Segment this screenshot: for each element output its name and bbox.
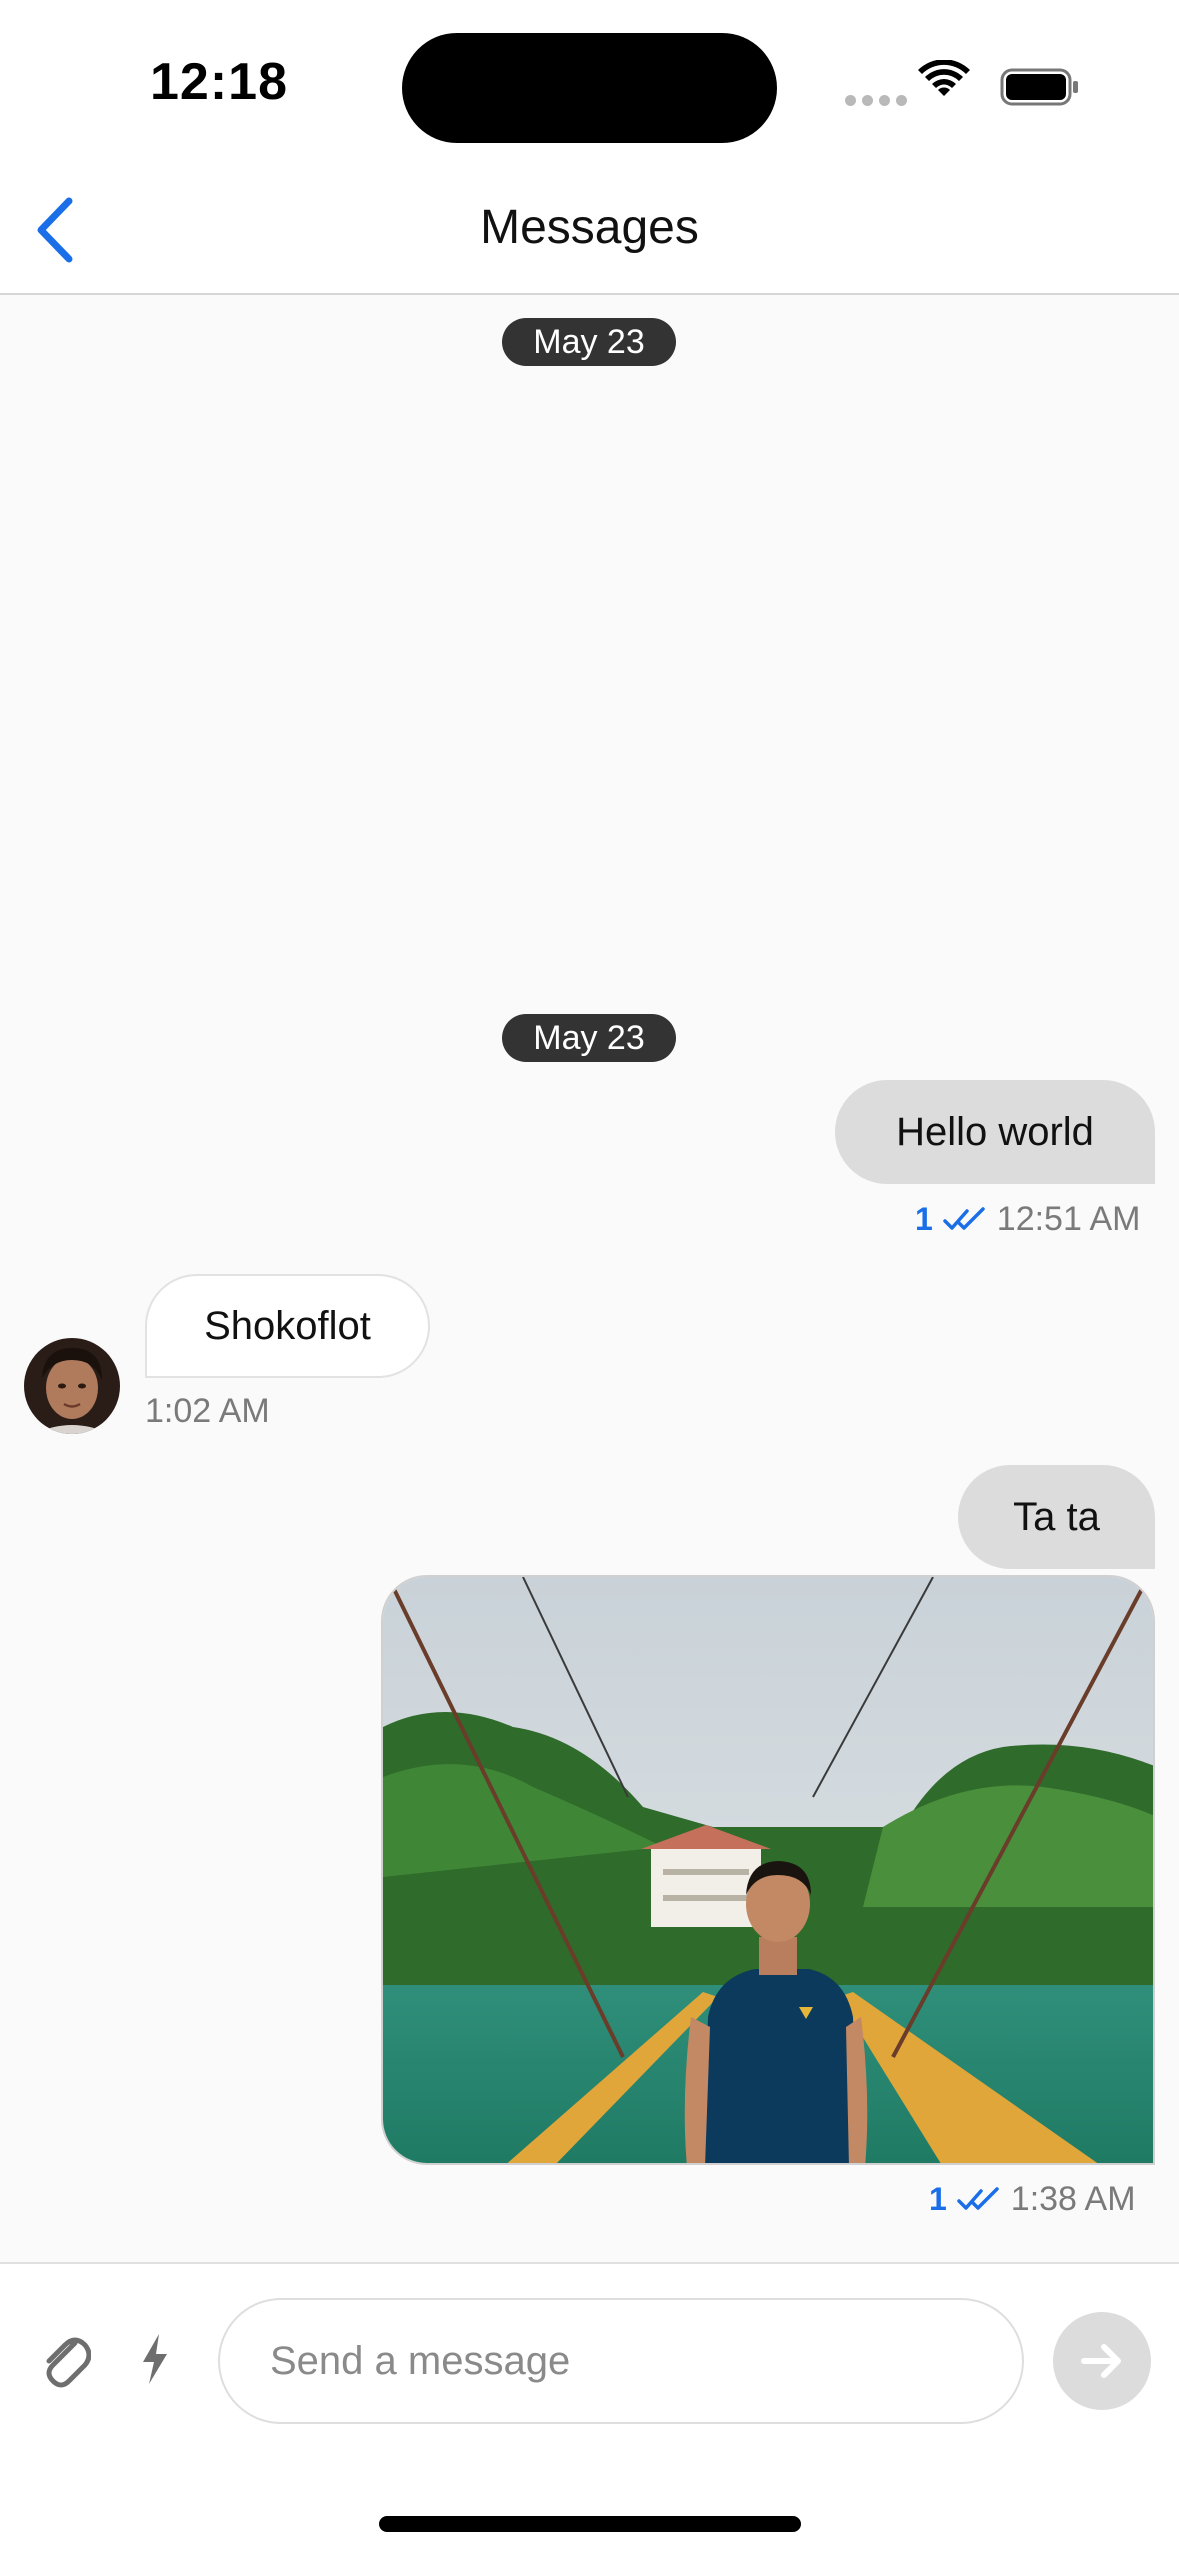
lightning-bolt-icon [143, 2334, 167, 2384]
status-bar: 12:18 [0, 0, 1179, 170]
outgoing-message-bubble[interactable]: Ta ta [958, 1465, 1155, 1569]
date-separator: May 23 [502, 1014, 676, 1062]
message-meta: 1 12:51 AM [915, 1200, 1140, 1239]
incoming-message-bubble[interactable]: Shokoflot [145, 1274, 430, 1378]
arrow-right-icon [1081, 2344, 1121, 2378]
send-button[interactable] [1053, 2312, 1151, 2410]
chat-screen: 12:18 Messages May 23 May 23 Hello world [0, 0, 1179, 2556]
dynamic-island [402, 33, 777, 143]
avatar[interactable] [24, 1338, 120, 1434]
message-composer [0, 2262, 1179, 2556]
date-separator: May 23 [502, 318, 676, 366]
avatar-image [24, 1338, 120, 1434]
message-time: 1:38 AM [1010, 2180, 1136, 2218]
status-time: 12:18 [150, 53, 288, 111]
message-time: 12:51 AM [996, 1200, 1141, 1238]
image-message[interactable] [381, 1575, 1155, 2165]
page-title: Messages [480, 201, 699, 254]
read-count: 1 [929, 2181, 947, 2217]
message-input[interactable] [218, 2298, 1024, 2424]
message-meta: 1:02 AM [145, 1392, 270, 1431]
double-check-icon [957, 2186, 999, 2210]
battery-icon [1000, 68, 1078, 106]
attach-button[interactable] [30, 2314, 100, 2404]
message-meta: 1 1:38 AM [929, 2180, 1136, 2219]
home-indicator[interactable] [379, 2516, 801, 2532]
photo-image [383, 1577, 1153, 2163]
outgoing-message-bubble[interactable]: Hello world [835, 1080, 1155, 1184]
double-check-icon [943, 1206, 985, 1230]
navigation-bar: Messages [0, 170, 1179, 295]
message-time: 1:02 AM [145, 1392, 270, 1430]
wifi-icon [918, 60, 970, 96]
read-count: 1 [915, 1201, 933, 1237]
paperclip-icon [46, 2337, 91, 2388]
commands-button[interactable] [125, 2314, 185, 2404]
cellular-signal-icon [845, 95, 907, 106]
